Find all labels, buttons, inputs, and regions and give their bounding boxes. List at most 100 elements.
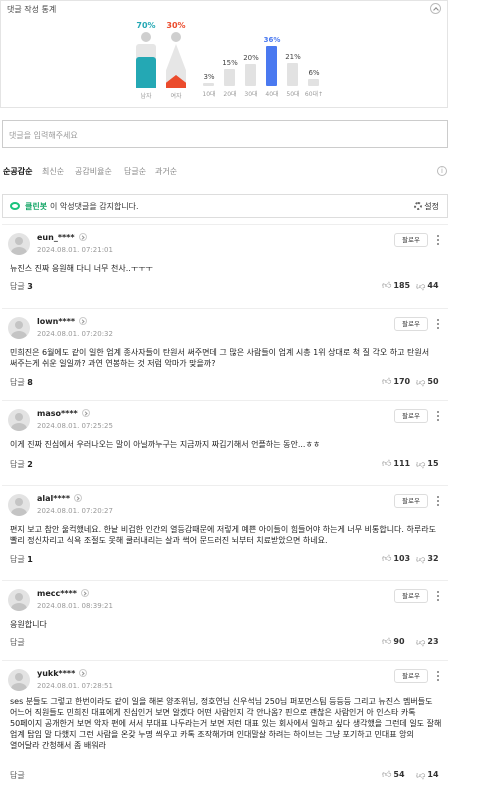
reply-button[interactable]: 답글 (10, 637, 25, 648)
follow-button[interactable]: 팔로우 (394, 409, 428, 423)
profile-arrow-icon[interactable] (79, 669, 88, 677)
comment-item: eun_**** 2024.08.01. 07:21:01 팔로우뉴진스 진짜 응원… (2, 224, 448, 298)
follow-button[interactable]: 팔로우 (394, 233, 428, 247)
age-pct: 21% (285, 53, 301, 61)
comment-item: mecc**** 2024.08.01. 08:39:21 팔로우응원합니다답글 👍… (2, 580, 448, 656)
age-bar (224, 69, 235, 86)
sort-tab[interactable]: 과거순 (155, 166, 177, 177)
sort-tab[interactable]: 최신순 (42, 166, 64, 177)
comment-item: yukk**** 2024.08.01. 07:28:51 팔로우 ses 분들도 그… (2, 660, 448, 785)
age-pct: 20% (243, 54, 259, 62)
comment-username[interactable]: alal**** (37, 494, 83, 503)
female-pct: 30% (166, 21, 186, 30)
more-options-icon[interactable] (435, 233, 441, 247)
profile-arrow-icon[interactable] (78, 233, 87, 241)
gear-icon (414, 202, 423, 210)
reply-button[interactable]: 답글 3 (10, 281, 33, 292)
reply-button[interactable]: 답글 1 (10, 554, 33, 565)
avatar[interactable] (8, 589, 30, 611)
age-pct: 6% (308, 69, 320, 77)
age-label: 10대 (202, 91, 216, 98)
more-options-icon[interactable] (435, 589, 441, 603)
cleanbot-settings-button[interactable]: 설정 (414, 201, 439, 212)
comment-text: 뉴진스 진짜 응원해 다니 너무 천사..ㅜㅜㅜ (10, 264, 153, 273)
like-button[interactable]: 👍︎ 111 (382, 459, 410, 469)
like-button[interactable]: 👍︎ 54 (382, 770, 405, 780)
comment-username[interactable]: mecc**** (37, 589, 89, 598)
thumb-up-icon: 👍︎ (382, 459, 392, 469)
profile-arrow-icon[interactable] (81, 409, 90, 417)
reply-button[interactable]: 답글 2 (10, 459, 33, 470)
dislike-button[interactable]: 👍︎ 14 (416, 770, 439, 780)
more-options-icon[interactable] (435, 317, 441, 331)
dislike-button[interactable]: 👍︎ 23 (416, 637, 439, 647)
cleanbot-text: 이 악성댓글을 감지합니다. (50, 202, 139, 211)
comment-timestamp: 2024.08.01. 07:20:32 (37, 330, 113, 338)
profile-arrow-icon[interactable] (80, 589, 89, 597)
age-bar (287, 63, 298, 86)
avatar[interactable] (8, 233, 30, 255)
follow-button[interactable]: 팔로우 (394, 494, 428, 508)
more-options-icon[interactable] (435, 669, 441, 683)
comment-item: maso**** 2024.08.01. 07:25:25 팔로우 이게 진짜 진심에… (2, 400, 448, 476)
avatar[interactable] (8, 409, 30, 431)
stats-title: 댓글 작성 통계 (7, 5, 57, 14)
cleanbot-icon (10, 202, 20, 210)
profile-arrow-icon[interactable] (79, 317, 88, 325)
comment-text: 편지 보고 참안 울컥했네요. 한낱 비겁한 인간의 열등감때문에 저렇게 예쁜… (10, 525, 436, 545)
age-label: 50대 (286, 91, 300, 98)
sort-tab[interactable]: 순공감순 (3, 166, 32, 177)
comment-input[interactable]: 댓글을 입력해주세요 (2, 120, 448, 148)
avatar[interactable] (8, 494, 30, 516)
avatar[interactable] (8, 669, 30, 691)
comment-timestamp: 2024.08.01. 07:21:01 (37, 246, 113, 254)
sort-tab[interactable]: 공감비율순 (75, 166, 112, 177)
cleanbot-brand[interactable]: 클린봇 (25, 201, 47, 212)
follow-button[interactable]: 팔로우 (394, 317, 428, 331)
male-label: 남자 (140, 93, 152, 100)
dislike-button[interactable]: 👍︎ 50 (416, 377, 439, 387)
thumb-down-icon: 👍︎ (416, 377, 426, 387)
like-button[interactable]: 👍︎ 185 (382, 281, 410, 291)
age-bar (245, 64, 256, 86)
comment-username[interactable]: yukk**** (37, 669, 88, 678)
more-options-icon[interactable] (435, 409, 441, 423)
collapse-icon[interactable] (430, 3, 441, 14)
comment-text: 응원합니다 (10, 620, 47, 629)
like-button[interactable]: 👍︎ 170 (382, 377, 410, 387)
age-bar (308, 79, 319, 86)
comment-input-placeholder: 댓글을 입력해주세요 (9, 131, 78, 140)
like-button[interactable]: 👍︎ 90 (382, 637, 405, 647)
comment-item: lown**** 2024.08.01. 07:20:32 팔로우 민희진은 6월에도… (2, 308, 448, 394)
reply-button[interactable]: 답글 (10, 770, 25, 781)
more-options-icon[interactable] (435, 494, 441, 508)
age-label: 30대 (244, 91, 258, 98)
follow-button[interactable]: 팔로우 (394, 669, 428, 683)
like-button[interactable]: 👍︎ 103 (382, 554, 410, 564)
profile-arrow-icon[interactable] (74, 494, 83, 502)
dislike-button[interactable]: 👍︎ 32 (416, 554, 439, 564)
follow-button[interactable]: 팔로우 (394, 589, 428, 603)
comment-username[interactable]: lown**** (37, 317, 88, 326)
comment-username[interactable]: maso**** (37, 409, 90, 418)
male-pct: 70% (136, 21, 156, 30)
reply-button[interactable]: 답글 8 (10, 377, 33, 388)
thumb-down-icon: 👍︎ (416, 637, 426, 647)
female-label: 여자 (170, 93, 182, 100)
age-pct: 3% (203, 73, 215, 81)
thumb-down-icon: 👍︎ (416, 770, 426, 780)
dislike-button[interactable]: 👍︎ 44 (416, 281, 439, 291)
female-stat: 30% 여자 (161, 21, 191, 100)
info-icon[interactable]: i (437, 166, 447, 176)
comment-item: alal**** 2024.08.01. 07:20:27 팔로우 편지 보고 참안 … (2, 485, 448, 577)
thumb-up-icon: 👍︎ (382, 637, 392, 647)
comment-timestamp: 2024.08.01. 07:28:51 (37, 682, 113, 690)
thumb-up-icon: 👍︎ (382, 770, 392, 780)
comment-timestamp: 2024.08.01. 08:39:21 (37, 602, 113, 610)
male-stat: 70% 남자 (131, 21, 161, 100)
avatar[interactable] (8, 317, 30, 339)
sort-tab[interactable]: 답글순 (124, 166, 146, 177)
comment-username[interactable]: eun_**** (37, 233, 87, 242)
age-label: 20대 (223, 91, 237, 98)
dislike-button[interactable]: 👍︎ 15 (416, 459, 439, 469)
